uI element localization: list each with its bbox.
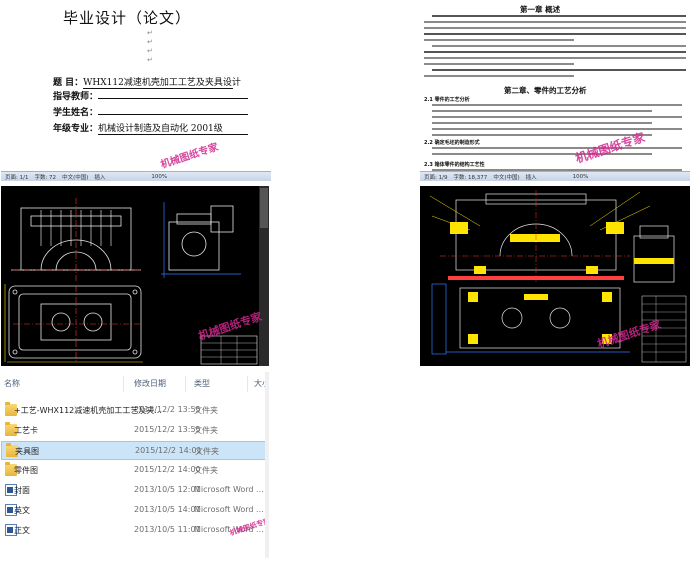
chapter1-title: 第一章 概述 (520, 5, 561, 14)
text-line (432, 15, 686, 17)
file-type: 文件夹 (194, 426, 218, 435)
file-type: Microsoft Word ... (194, 485, 264, 494)
text-line (432, 116, 682, 118)
text-line (432, 45, 686, 47)
file-row[interactable]: 英文 2013/10/5 14:01 Microsoft Word ... (1, 501, 269, 520)
status-page[interactable]: 页面: 1/1 (5, 173, 28, 181)
status-language[interactable]: 中文(中国) (62, 173, 88, 181)
advisor-label: 指导教师： (53, 92, 99, 102)
text-line (424, 39, 574, 41)
status-wordcount[interactable]: 字数: 72 (34, 173, 56, 181)
status-page[interactable]: 页面: 1/9 (424, 173, 447, 181)
file-row[interactable]: +工艺-WHX112减速机壳加工工艺及夹... 2015/12/2 13:55 文件… (1, 401, 269, 420)
text-line (424, 57, 686, 59)
file-row[interactable]: 工艺卡 2015/12/2 13:55 文件夹 (1, 421, 269, 440)
cad-drawing-fixture: 机械图纸专家 (420, 186, 690, 366)
word-status-bar: 页面: 1/1 字数: 72 中文(中国) 插入 100% (1, 171, 271, 181)
file-date: 2013/10/5 11:01 (134, 525, 201, 534)
column-separator[interactable] (123, 376, 124, 392)
status-zoom[interactable]: 100% (151, 174, 167, 180)
column-header-type[interactable]: 类型 (194, 378, 210, 394)
status-insert[interactable]: 插入 (94, 173, 105, 181)
text-line (432, 122, 652, 124)
column-separator[interactable] (185, 376, 186, 392)
text-line (432, 147, 682, 149)
text-line (432, 69, 686, 71)
file-name: 夹具图 (15, 447, 39, 456)
file-type: 文件夹 (195, 447, 219, 456)
student-label: 学生姓名： (53, 108, 99, 118)
section-2-2-title: 2.2 确定毛坯的制造形式 (424, 140, 480, 146)
word-status-bar: 页面: 1/9 字数: 18,377 中文(中国) 插入 100% (420, 171, 690, 181)
chapter2-title: 第二章、零件的工艺分析 (504, 86, 587, 95)
column-header-name[interactable]: 名称 (4, 378, 20, 394)
topic-value: WHX112减速机壳加工工艺及夹具设计 (83, 75, 241, 89)
file-row[interactable]: 零件图 2015/12/2 14:00 文件夹 (1, 461, 269, 480)
file-explorer: 名称 修改日期 类型 大小 +工艺-WHX112减速机壳加工工艺及夹... 201… (1, 372, 269, 558)
text-line (424, 75, 574, 77)
file-date: 2015/12/2 13:55 (134, 425, 201, 434)
column-separator[interactable] (247, 376, 248, 392)
file-date: 2013/10/5 12:01 (134, 485, 201, 494)
topic-row: 题 目：WHX112减速机壳加工工艺及夹具设计 (53, 75, 241, 89)
file-date: 2013/10/5 14:01 (134, 505, 201, 514)
cad-part-drawing (4, 186, 269, 366)
thesis-title: 毕业设计（论文） (63, 9, 192, 27)
section-2-3-title: 2.3 箱体零件的结构工艺性 (424, 162, 485, 168)
file-name: 工艺卡 (14, 426, 38, 435)
file-type: 文件夹 (194, 466, 218, 475)
major-value: 机械设计制造及自动化 2001级 (98, 121, 249, 135)
file-date: 2015/12/2 13:55 (134, 405, 201, 414)
paragraph-marks: ↵ ↵ ↵ ↵ (147, 29, 153, 64)
file-name: 零件图 (14, 466, 38, 475)
student-row: 学生姓名： (53, 105, 249, 118)
file-row[interactable]: 夹具图 2015/12/2 14:01 文件夹 (1, 441, 269, 460)
file-name: 正文 (14, 526, 30, 535)
status-zoom[interactable]: 100% (573, 174, 589, 180)
status-insert[interactable]: 插入 (526, 173, 537, 181)
advisor-row: 指导教师： (53, 89, 249, 102)
status-wordcount[interactable]: 字数: 18,377 (453, 173, 487, 181)
file-type: 文件夹 (194, 406, 218, 415)
text-line (424, 33, 686, 35)
text-line (432, 104, 682, 106)
text-line (424, 63, 574, 65)
major-row: 年级专业：机械设计制造及自动化 2001级 (53, 121, 249, 135)
section-2-1-title: 2.1 零件的工艺分析 (424, 97, 470, 103)
topic-label: 题 目： (53, 78, 84, 88)
file-name: 英文 (14, 506, 30, 515)
document-page: 毕业设计（论文） ↵ ↵ ↵ ↵ 题 目：WHX112减速机壳加工工艺及夹具设计 指导… (1, 1, 271, 171)
status-language[interactable]: 中文(中国) (493, 173, 519, 181)
text-line (424, 51, 686, 53)
cad-fixture-drawing (429, 190, 687, 363)
watermark: 机械图纸专家 (159, 141, 220, 171)
advisor-value (98, 89, 249, 99)
file-date: 2015/12/2 14:00 (134, 465, 201, 474)
text-line (424, 27, 686, 29)
file-row[interactable]: 封面 2013/10/5 12:01 Microsoft Word ... (1, 481, 269, 500)
text-line (432, 110, 652, 112)
vertical-scrollbar[interactable] (265, 372, 269, 558)
column-header-date[interactable]: 修改日期 (134, 378, 166, 394)
student-value (98, 105, 249, 115)
file-type: Microsoft Word ... (194, 505, 264, 514)
text-line (424, 21, 686, 23)
major-label: 年级专业： (53, 124, 99, 134)
text-line (432, 128, 682, 130)
document-chapter-window: 第一章 概述 第二章、零件的工艺分析 2.1 零件的工艺分析 2.2 确定毛坯的… (420, 1, 690, 181)
file-date: 2015/12/2 14:01 (135, 446, 202, 455)
cad-drawing-part: 机械图纸专家 (1, 186, 269, 366)
file-name: 封面 (14, 486, 30, 495)
document-cover-window: 毕业设计（论文） ↵ ↵ ↵ ↵ 题 目：WHX112减速机壳加工工艺及夹具设计 指导… (1, 1, 271, 181)
